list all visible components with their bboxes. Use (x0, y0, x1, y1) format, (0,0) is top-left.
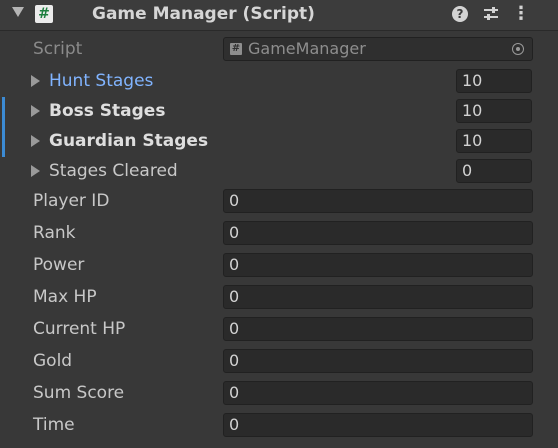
context-menu-icon[interactable]: ⋮ (512, 4, 530, 24)
component-header: # Game Manager (Script) ? ⋮ (0, 0, 558, 31)
script-icon: # (35, 5, 53, 23)
guardian-stages-label[interactable]: Guardian Stages (49, 131, 208, 151)
stages-cleared-size-field[interactable]: 0 (456, 159, 532, 183)
max-hp-field[interactable]: 0 (223, 285, 533, 309)
script-asset-icon: # (230, 43, 242, 55)
gold-label: Gold (33, 351, 73, 371)
power-field[interactable]: 0 (223, 253, 533, 277)
guardian-stages-expand-icon[interactable] (31, 135, 40, 147)
power-label: Power (33, 255, 85, 275)
stages-cleared-label[interactable]: Stages Cleared (49, 161, 178, 181)
sum-score-field[interactable]: 0 (223, 381, 533, 405)
script-object-value: GameManager (248, 39, 366, 58)
stages-cleared-expand-icon[interactable] (31, 165, 40, 177)
boss-stages-label[interactable]: Boss Stages (49, 101, 165, 121)
current-hp-field[interactable]: 0 (223, 317, 533, 341)
gold-field[interactable]: 0 (223, 349, 533, 373)
hunt-stages-size-field[interactable]: 10 (456, 69, 532, 93)
rank-label: Rank (33, 223, 76, 243)
player-id-label: Player ID (33, 191, 110, 211)
time-field[interactable]: 0 (223, 413, 533, 437)
max-hp-label: Max HP (33, 287, 97, 307)
boss-stages-expand-icon[interactable] (31, 105, 40, 117)
script-label: Script (33, 39, 83, 59)
guardian-stages-size-field[interactable]: 10 (456, 129, 532, 153)
component-title: Game Manager (Script) (92, 4, 315, 24)
time-label: Time (33, 415, 75, 435)
script-object-field[interactable]: # GameManager (223, 37, 533, 61)
hunt-stages-expand-icon[interactable] (31, 75, 40, 87)
modified-indicator-bar (2, 97, 5, 157)
foldout-arrow-icon[interactable] (12, 7, 24, 17)
hunt-stages-label[interactable]: Hunt Stages (49, 71, 153, 91)
help-icon[interactable]: ? (452, 6, 468, 22)
boss-stages-size-field[interactable]: 10 (456, 99, 532, 123)
presets-icon[interactable] (482, 5, 500, 23)
player-id-field[interactable]: 0 (223, 189, 533, 213)
sum-score-label: Sum Score (33, 383, 125, 403)
object-picker-icon[interactable] (512, 43, 524, 55)
rank-field[interactable]: 0 (223, 221, 533, 245)
current-hp-label: Current HP (33, 319, 126, 339)
